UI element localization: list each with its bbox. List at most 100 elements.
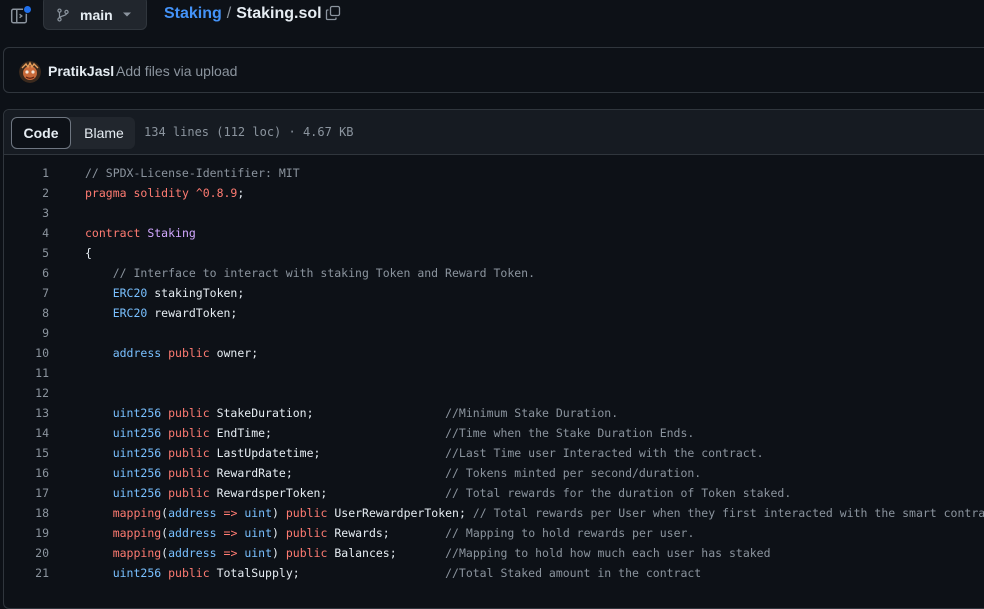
- file-viewer: Code Blame 134 lines (112 loc) · 4.67 KB…: [3, 109, 984, 609]
- line-content: {: [85, 243, 92, 263]
- author-avatar[interactable]: [19, 61, 41, 83]
- code-token: ERC20: [112, 286, 148, 300]
- code-token: //Total Staked amount in the contract: [445, 566, 702, 580]
- line-content: mapping(address => uint) public UserRewa…: [85, 503, 984, 523]
- line-content: address public owner;: [85, 343, 258, 363]
- line-content: // SPDX-License-Identifier: MIT: [85, 163, 300, 183]
- copy-path-icon[interactable]: [325, 5, 341, 21]
- code-token: ): [272, 506, 286, 520]
- code-token: EndTime;: [209, 426, 446, 440]
- code-token: uint: [244, 546, 273, 560]
- code-token: RewardRate;: [209, 466, 446, 480]
- line-number[interactable]: 12: [4, 383, 49, 403]
- code-token: // Total rewards for the duration of Tok…: [445, 486, 792, 500]
- line-number[interactable]: 10: [4, 343, 49, 363]
- code-token: uint256: [112, 406, 162, 420]
- code-token: public: [168, 426, 210, 440]
- line-number[interactable]: 1: [4, 163, 49, 183]
- code-line: 11: [4, 363, 984, 383]
- commit-message[interactable]: Add files via upload: [116, 63, 237, 79]
- line-number[interactable]: 13: [4, 403, 49, 423]
- sidebar-toggle-button[interactable]: [10, 5, 32, 25]
- code-line: 1 // SPDX-License-Identifier: MIT: [4, 163, 984, 183]
- line-number[interactable]: 17: [4, 483, 49, 503]
- code-token: Balances;: [327, 546, 446, 560]
- code-token: =>: [223, 506, 238, 520]
- line-number[interactable]: 7: [4, 283, 49, 303]
- code-token: public: [168, 566, 210, 580]
- line-number[interactable]: 4: [4, 223, 49, 243]
- code-token: ERC20: [112, 306, 148, 320]
- code-line: 8 ERC20 rewardToken;: [4, 303, 984, 323]
- code-line: 4 contract Staking: [4, 223, 984, 243]
- code-token: //Time when the Stake Duration Ends.: [445, 426, 695, 440]
- code-token: public: [285, 526, 328, 540]
- top-bar: main Staking / Staking.sol: [0, 0, 984, 32]
- breadcrumb-repo-link[interactable]: Staking: [164, 5, 222, 22]
- line-number[interactable]: 9: [4, 323, 49, 343]
- line-content: pragma solidity ^0.8.9;: [85, 183, 244, 203]
- code-token: // Interface to interact with staking To…: [85, 266, 536, 280]
- code-token: // Total rewards per User when they firs…: [472, 506, 984, 520]
- latest-commit-bar: PratikJasl Add files via upload: [3, 47, 984, 93]
- code-token: uint256: [112, 566, 162, 580]
- line-number[interactable]: 18: [4, 503, 49, 523]
- line-content: // Interface to interact with staking To…: [85, 263, 535, 283]
- code-token: // Tokens minted per second/duration.: [445, 466, 702, 480]
- line-content: uint256 public RewardRate; // Tokens min…: [85, 463, 702, 483]
- code-line: 17 uint256 public RewardsperToken; // To…: [4, 483, 984, 503]
- code-token: public: [168, 406, 210, 420]
- code-line: 12: [4, 383, 984, 403]
- line-number[interactable]: 2: [4, 183, 49, 203]
- commit-author[interactable]: PratikJasl: [48, 63, 114, 79]
- code-line: 21 uint256 public TotalSupply; //Total S…: [4, 563, 984, 583]
- code-line: 20 mapping(address => uint) public Balan…: [4, 543, 984, 563]
- code-token: StakeDuration;: [209, 406, 446, 420]
- line-number[interactable]: 14: [4, 423, 49, 443]
- code-token: public: [168, 346, 210, 360]
- line-content: uint256 public StakeDuration; //Minimum …: [85, 403, 618, 423]
- blame-tab[interactable]: Blame: [73, 117, 135, 149]
- code-token: mapping: [112, 526, 162, 540]
- line-number[interactable]: 5: [4, 243, 49, 263]
- code-line: 13 uint256 public StakeDuration; //Minim…: [4, 403, 984, 423]
- code-token: address: [168, 526, 217, 540]
- line-number[interactable]: 11: [4, 363, 49, 383]
- code-token: //Mapping to hold how much each user has…: [445, 546, 771, 560]
- code-token: uint256: [112, 486, 162, 500]
- line-content: uint256 public RewardsperToken; // Total…: [85, 483, 792, 503]
- branch-selector-button[interactable]: main: [43, 0, 147, 30]
- code-token: public: [285, 506, 328, 520]
- code-token: TotalSupply;: [209, 566, 446, 580]
- code-token: pragma: [85, 186, 127, 200]
- line-number[interactable]: 15: [4, 443, 49, 463]
- line-number[interactable]: 3: [4, 203, 49, 223]
- line-number[interactable]: 16: [4, 463, 49, 483]
- code-tab[interactable]: Code: [11, 117, 71, 149]
- code-token: ^0.8.9: [195, 186, 238, 200]
- code-token: contract: [85, 226, 141, 240]
- breadcrumb: Staking / Staking.sol: [164, 4, 322, 24]
- line-content: uint256 public EndTime; //Time when the …: [85, 423, 695, 443]
- line-number[interactable]: 19: [4, 523, 49, 543]
- line-number[interactable]: 8: [4, 303, 49, 323]
- line-number[interactable]: 6: [4, 263, 49, 283]
- file-header: Code Blame 134 lines (112 loc) · 4.67 KB: [4, 110, 984, 155]
- code-token: solidity: [133, 186, 189, 200]
- code-line: 6 // Interface to interact with staking …: [4, 263, 984, 283]
- code-token: UserRewardperToken;: [327, 506, 473, 520]
- line-number[interactable]: 20: [4, 543, 49, 563]
- line-number[interactable]: 21: [4, 563, 49, 583]
- code-token: ;: [237, 186, 245, 200]
- code-token: uint: [244, 506, 273, 520]
- code-token: uint256: [112, 426, 162, 440]
- code-token: ): [272, 526, 286, 540]
